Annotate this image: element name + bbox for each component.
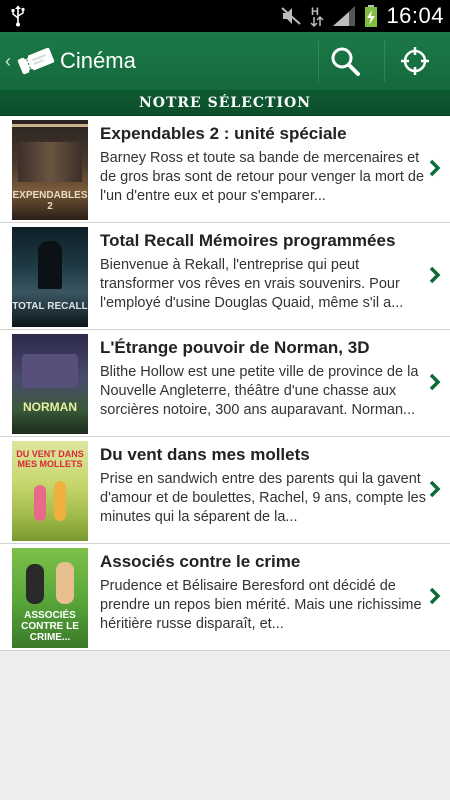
- movie-list: EXPENDABLES 2 Expendables 2 : unité spéc…: [0, 116, 450, 651]
- battery-charging-icon: [365, 5, 378, 27]
- poster-title: DU VENT DANS MES MOLLETS: [16, 449, 84, 469]
- movie-summary: Barney Ross et toute sa bande de mercena…: [100, 150, 425, 204]
- movie-title: Associés contre le crime: [100, 552, 301, 571]
- poster-title: TOTAL RECALL: [12, 301, 88, 312]
- list-item[interactable]: NORMAN L'Étrange pouvoir de Norman, 3D B…: [0, 330, 450, 437]
- action-bar: ‹ Cinéma: [0, 32, 450, 90]
- movie-poster: TOTAL RECALL: [12, 227, 88, 327]
- chevron-right-icon: [429, 480, 441, 498]
- hspa-data-icon: H: [310, 6, 324, 28]
- poster-title: NORMAN: [23, 400, 77, 414]
- divider: [318, 40, 319, 82]
- svg-text:H: H: [311, 6, 319, 18]
- section-header: NOTRE SÉLECTION: [0, 90, 450, 116]
- mute-icon: [281, 7, 302, 25]
- movie-summary: Prise en sandwich entre des parents qui …: [100, 471, 426, 525]
- ticket-logo-icon[interactable]: [16, 45, 56, 77]
- locate-button[interactable]: [390, 38, 440, 84]
- signal-icon: [333, 6, 356, 26]
- chevron-right-icon: [429, 266, 441, 284]
- search-icon: [331, 47, 360, 76]
- movie-summary: Bienvenue à Rekall, l'entreprise qui peu…: [100, 257, 404, 311]
- chevron-right-icon: [429, 587, 441, 605]
- status-bar: H 16:04: [0, 0, 450, 32]
- usb-icon: [11, 5, 25, 27]
- clock: 16:04: [386, 3, 444, 28]
- movie-title: Du vent dans mes mollets: [100, 445, 310, 464]
- movie-title: Total Recall Mémoires programmées: [100, 231, 396, 250]
- list-item[interactable]: EXPENDABLES 2 Expendables 2 : unité spéc…: [0, 116, 450, 223]
- movie-summary: Prudence et Bélisaire Beresford ont déci…: [100, 578, 422, 632]
- chevron-right-icon: [429, 159, 441, 177]
- list-item[interactable]: DU VENT DANS MES MOLLETS Du vent dans me…: [0, 437, 450, 544]
- list-item[interactable]: ASSOCIÉS CONTRE LE CRIME... Associés con…: [0, 544, 450, 651]
- page-title: Cinéma: [60, 48, 136, 73]
- movie-title: Expendables 2 : unité spéciale: [100, 124, 347, 143]
- movie-title: L'Étrange pouvoir de Norman, 3D: [100, 338, 370, 357]
- movie-summary: Blithe Hollow est une petite ville de pr…: [100, 364, 419, 418]
- poster-title: EXPENDABLES 2: [12, 190, 88, 212]
- movie-poster: DU VENT DANS MES MOLLETS: [12, 441, 88, 541]
- poster-title: ASSOCIÉS CONTRE LE CRIME...: [21, 610, 79, 643]
- chevron-right-icon: [429, 373, 441, 391]
- movie-poster: EXPENDABLES 2: [12, 120, 88, 220]
- section-title: NOTRE SÉLECTION: [139, 95, 311, 111]
- divider: [384, 40, 385, 82]
- search-button[interactable]: [320, 38, 370, 84]
- movie-poster: NORMAN: [12, 334, 88, 434]
- location-target-icon: [401, 47, 429, 75]
- movie-poster: ASSOCIÉS CONTRE LE CRIME...: [12, 548, 88, 648]
- up-caret-icon[interactable]: ‹: [5, 51, 11, 72]
- list-item[interactable]: TOTAL RECALL Total Recall Mémoires progr…: [0, 223, 450, 330]
